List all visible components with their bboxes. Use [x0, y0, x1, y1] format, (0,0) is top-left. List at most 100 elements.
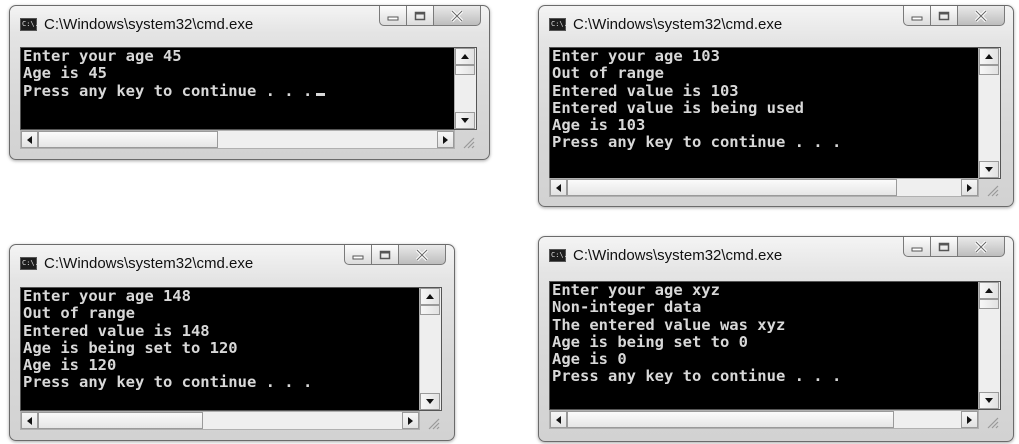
horizontal-scroll-thumb[interactable] — [38, 412, 203, 429]
maximize-icon — [379, 250, 391, 259]
vertical-scrollbar[interactable] — [419, 288, 441, 410]
arrow-right-icon — [443, 135, 448, 144]
console-line: Press any key to continue . . . — [23, 82, 326, 100]
horizontal-scrollbar[interactable] — [20, 411, 420, 430]
horizontal-scroll-thumb[interactable] — [567, 411, 894, 428]
maximize-icon — [938, 11, 950, 20]
vertical-scrollbar[interactable] — [978, 48, 1000, 178]
console-line: Age is 45 — [23, 64, 107, 83]
console-line: Entered value is being used — [552, 98, 804, 117]
resize-grip[interactable] — [985, 182, 999, 197]
console-output[interactable]: Enter your age 103 Out of range Entered va… — [549, 47, 1001, 179]
console-line: Out of range — [23, 304, 135, 323]
resize-grip[interactable] — [985, 414, 999, 429]
maximize-icon — [414, 11, 426, 20]
console-icon: C:\. — [20, 257, 39, 270]
title-bar[interactable]: C:\. C:\Windows\system32\cmd.exe — [10, 6, 489, 42]
close-button[interactable] — [958, 237, 1005, 257]
close-button[interactable] — [958, 6, 1005, 26]
title-bar[interactable]: C:\. C:\Windows\system32\cmd.exe — [10, 245, 454, 281]
console-line: The entered value was xyz — [552, 315, 786, 334]
scroll-right-button[interactable] — [961, 179, 978, 196]
close-icon — [974, 9, 988, 22]
maximize-button[interactable] — [931, 237, 958, 257]
horizontal-scroll-thumb[interactable] — [38, 131, 218, 148]
console-line: Age is 0 — [552, 350, 627, 369]
maximize-button[interactable] — [931, 6, 958, 26]
maximize-button[interactable] — [372, 245, 399, 265]
arrow-right-icon — [967, 183, 972, 192]
console-icon: C:\. — [20, 18, 39, 31]
console-line: Entered value is 103 — [552, 81, 739, 100]
console-line: Age is 103 — [552, 116, 646, 135]
arrow-down-icon — [461, 118, 469, 123]
minimize-button[interactable] — [903, 237, 931, 257]
arrow-left-icon — [556, 183, 561, 192]
arrow-left-icon — [556, 415, 561, 424]
vertical-scroll-thumb[interactable] — [455, 65, 475, 75]
resize-grip-icon — [987, 417, 999, 429]
resize-grip-icon — [428, 418, 440, 430]
console-line: Out of range — [552, 64, 664, 83]
resize-grip[interactable] — [426, 415, 440, 430]
window-title: C:\Windows\system32\cmd.exe — [44, 16, 254, 33]
console-text: Enter your age 103 Out of range Entered va… — [552, 48, 841, 152]
scroll-up-button[interactable] — [455, 48, 475, 65]
vertical-scrollbar[interactable] — [454, 48, 476, 129]
minimize-button[interactable] — [344, 245, 372, 265]
arrow-up-icon — [426, 294, 434, 299]
minimize-button[interactable] — [379, 6, 407, 26]
arrow-left-icon — [27, 416, 32, 425]
scroll-down-button[interactable] — [455, 112, 475, 129]
console-line: Press any key to continue . . . — [552, 133, 842, 152]
window-controls — [903, 237, 1005, 258]
scroll-left-button[interactable] — [550, 411, 567, 428]
scroll-down-button[interactable] — [420, 393, 440, 410]
vertical-scroll-thumb[interactable] — [979, 299, 999, 309]
scroll-right-button[interactable] — [961, 411, 978, 428]
horizontal-scrollbar[interactable] — [20, 130, 455, 149]
vertical-scroll-thumb[interactable] — [979, 65, 999, 75]
title-bar[interactable]: C:\. C:\Windows\system32\cmd.exe — [539, 6, 1013, 42]
window-title: C:\Windows\system32\cmd.exe — [44, 255, 254, 272]
minimize-icon — [352, 255, 364, 259]
horizontal-scroll-thumb[interactable] — [567, 179, 897, 196]
arrow-up-icon — [985, 288, 993, 293]
console-text: Enter your age 148 Out of range Entered va… — [23, 288, 312, 392]
vertical-scroll-thumb[interactable] — [420, 305, 440, 315]
close-icon — [450, 9, 464, 22]
close-button[interactable] — [399, 245, 446, 265]
scroll-left-button[interactable] — [21, 412, 38, 429]
close-button[interactable] — [434, 6, 481, 26]
resize-grip[interactable] — [461, 134, 475, 149]
console-window: C:\. C:\Windows\system32\cmd.exe Enter you… — [9, 244, 455, 441]
horizontal-scrollbar[interactable] — [549, 178, 979, 197]
scroll-up-button[interactable] — [979, 282, 999, 299]
horizontal-scrollbar[interactable] — [549, 410, 979, 429]
console-line: Enter your age 45 — [23, 47, 182, 65]
scroll-up-button[interactable] — [979, 48, 999, 65]
arrow-right-icon — [967, 415, 972, 424]
scroll-down-button[interactable] — [979, 161, 999, 178]
window-title: C:\Windows\system32\cmd.exe — [573, 16, 783, 33]
arrow-down-icon — [985, 398, 993, 403]
console-output[interactable]: Enter your age xyz Non-integer data The en… — [549, 281, 1001, 410]
vertical-scrollbar[interactable] — [978, 282, 1000, 409]
minimize-button[interactable] — [903, 6, 931, 26]
scroll-left-button[interactable] — [550, 179, 567, 196]
console-output[interactable]: Enter your age 148 Out of range Entered va… — [20, 287, 442, 411]
maximize-icon — [938, 242, 950, 251]
minimize-icon — [387, 16, 399, 20]
scroll-up-button[interactable] — [420, 288, 440, 305]
close-icon — [415, 248, 429, 261]
title-bar[interactable]: C:\. C:\Windows\system32\cmd.exe — [539, 237, 1013, 273]
console-window: C:\. C:\Windows\system32\cmd.exe Enter you… — [538, 236, 1014, 442]
scroll-left-button[interactable] — [21, 131, 38, 148]
scroll-right-button[interactable] — [437, 131, 454, 148]
scroll-down-button[interactable] — [979, 392, 999, 409]
scroll-right-button[interactable] — [402, 412, 419, 429]
console-window: C:\. C:\Windows\system32\cmd.exe Enter you… — [538, 5, 1014, 207]
arrow-left-icon — [27, 135, 32, 144]
console-output[interactable]: Enter your age 45 Age is 45 Press any key … — [20, 47, 477, 130]
maximize-button[interactable] — [407, 6, 434, 26]
